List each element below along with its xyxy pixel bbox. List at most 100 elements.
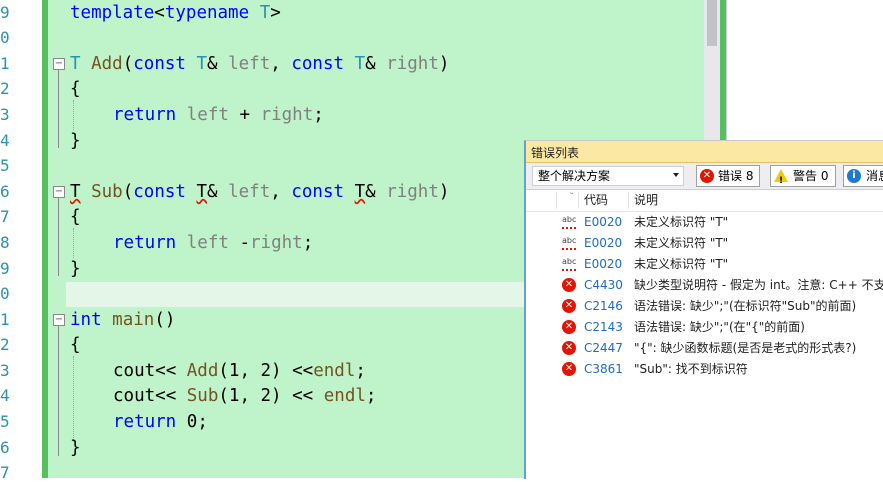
indent-guide — [73, 100, 74, 130]
error-description: 未定义标识符 "T" — [634, 215, 729, 229]
error-row[interactable]: ✕ C2143 语法错误: 缺少";"(在"{"的前面) — [526, 317, 883, 338]
line-number: 3 — [0, 105, 10, 124]
function-name: endl — [323, 386, 366, 406]
error-row[interactable]: ✕ C2447 "{": 缺少函数标题(是否是老式的形式表?) — [526, 338, 883, 359]
indent-guide — [73, 356, 74, 442]
line-number: 1 — [0, 310, 10, 329]
error-description: 未定义标识符 "T" — [634, 236, 729, 250]
keyword: const — [291, 182, 345, 202]
line-number: 0 — [0, 28, 10, 47]
function-name: Add — [91, 54, 123, 74]
keyword: const — [133, 182, 186, 202]
error-code[interactable]: E0020 — [584, 212, 622, 233]
line-number: 5 — [0, 412, 10, 431]
scope-label: 整个解决方案 — [538, 169, 611, 183]
error-icon: ✕ — [562, 362, 576, 376]
error-description: 语法错误: 缺少";"(在标识符"Sub"的前面) — [634, 299, 857, 313]
error-identifier: T — [354, 182, 366, 202]
error-icon: ✕ — [562, 299, 576, 313]
code-line: return 0; — [113, 412, 208, 432]
function-name: endl — [313, 361, 356, 381]
line-number: 2 — [0, 79, 10, 98]
line-number: 6 — [0, 438, 10, 457]
keyword: return — [113, 105, 177, 125]
warnings-filter-label: 警告 0 — [793, 169, 829, 183]
line-number: 8 — [0, 233, 10, 252]
line-number: 6 — [0, 182, 10, 201]
error-row[interactable]: abc E0020 未定义标识符 "T" — [526, 212, 883, 233]
number-literal: 0 — [186, 412, 198, 432]
line-number-gutter: 9 0 1 2 3 4 5 6 7 8 9 0 1 2 3 4 5 6 7 — [0, 0, 42, 482]
param-name: left — [228, 182, 271, 202]
param-name: left — [228, 54, 271, 74]
arguments: (1, 2) — [218, 361, 282, 381]
messages-filter-label: 消息 — [866, 169, 883, 183]
param-name: left — [186, 105, 229, 125]
collapse-icon[interactable]: − — [53, 314, 65, 326]
error-list-panel[interactable]: 错误列表 整个解决方案 ✕ 错误 8 ! 警告 0 i 消息 ᵕ 代码 说明 a… — [524, 140, 883, 479]
operator: + — [239, 105, 251, 125]
column-header-code[interactable]: 代码 — [584, 190, 608, 211]
error-description: 缺少类型说明符 - 假定为 int。注意: C++ 不支 — [634, 278, 883, 292]
code-line: T Sub(const T& left, const T& right) — [70, 182, 450, 202]
column-header-description[interactable]: 说明 — [634, 190, 658, 211]
code-line: } — [70, 131, 81, 151]
error-list-title-bar[interactable]: 错误列表 — [526, 141, 883, 163]
info-icon: i — [847, 169, 861, 183]
error-code[interactable]: E0020 — [584, 254, 622, 275]
spell-squiggle-icon: abc — [562, 257, 578, 271]
line-number: 7 — [0, 463, 10, 482]
fold-line — [58, 70, 59, 148]
param-name: right — [386, 182, 439, 202]
type-name: T — [259, 3, 271, 23]
line-number: 9 — [0, 259, 10, 278]
code-line: { — [70, 79, 81, 99]
side-panel — [726, 0, 883, 140]
error-row[interactable]: abc E0020 未定义标识符 "T" — [526, 254, 883, 275]
errors-filter-button[interactable]: ✕ 错误 8 — [696, 165, 760, 187]
scope-dropdown[interactable]: 整个解决方案 — [532, 166, 684, 186]
error-row[interactable]: ✕ C4430 缺少类型说明符 - 假定为 int。注意: C++ 不支 — [526, 275, 883, 296]
line-number: 0 — [0, 284, 10, 303]
error-description: "{": 缺少函数标题(是否是老式的形式表?) — [634, 341, 857, 355]
code-line: return left + right; — [113, 105, 324, 125]
error-code[interactable]: C2447 — [584, 338, 623, 359]
column-separator[interactable] — [578, 192, 579, 209]
code-line: cout<< Sub(1, 2) << endl; — [113, 386, 377, 406]
fold-line — [58, 326, 59, 456]
sort-icon[interactable]: ᵕ — [570, 185, 574, 206]
error-row[interactable]: ✕ C2146 语法错误: 缺少";"(在标识符"Sub"的前面) — [526, 296, 883, 317]
scrollbar-thumb[interactable] — [707, 0, 717, 46]
line-number: 3 — [0, 361, 10, 380]
keyword: return — [113, 233, 177, 253]
column-separator[interactable] — [556, 192, 557, 209]
keyword: typename — [164, 3, 250, 23]
error-list-header: ᵕ 代码 说明 — [526, 190, 883, 212]
errors-filter-label: 错误 8 — [718, 169, 754, 183]
keyword: return — [113, 412, 177, 432]
column-separator[interactable] — [628, 192, 629, 209]
line-number: 9 — [0, 3, 10, 22]
error-code[interactable]: C2143 — [584, 317, 623, 338]
messages-filter-button[interactable]: i 消息 — [843, 165, 883, 187]
warnings-filter-button[interactable]: ! 警告 0 — [770, 165, 836, 187]
error-icon: ✕ — [562, 278, 576, 292]
line-number: 4 — [0, 131, 10, 150]
error-identifier: T — [196, 182, 208, 202]
error-code[interactable]: C2146 — [584, 296, 623, 317]
function-name: Sub — [186, 386, 219, 406]
code-line: T Add(const T& left, const T& right) — [70, 54, 450, 74]
error-row[interactable]: abc E0020 未定义标识符 "T" — [526, 233, 883, 254]
error-description: 未定义标识符 "T" — [634, 257, 729, 271]
error-code[interactable]: C3861 — [584, 359, 623, 380]
code-line: { — [70, 335, 81, 355]
function-name: main — [112, 310, 155, 330]
error-description: 语法错误: 缺少";"(在"{"的前面) — [634, 320, 805, 334]
error-code[interactable]: C4430 — [584, 275, 623, 296]
error-row[interactable]: ✕ C3861 "Sub": 找不到标识符 — [526, 359, 883, 380]
collapse-icon[interactable]: − — [53, 58, 65, 70]
error-code[interactable]: E0020 — [584, 233, 622, 254]
collapse-icon[interactable]: − — [53, 186, 65, 198]
warning-icon: ! — [774, 169, 788, 186]
error-list-title: 错误列表 — [531, 146, 580, 160]
